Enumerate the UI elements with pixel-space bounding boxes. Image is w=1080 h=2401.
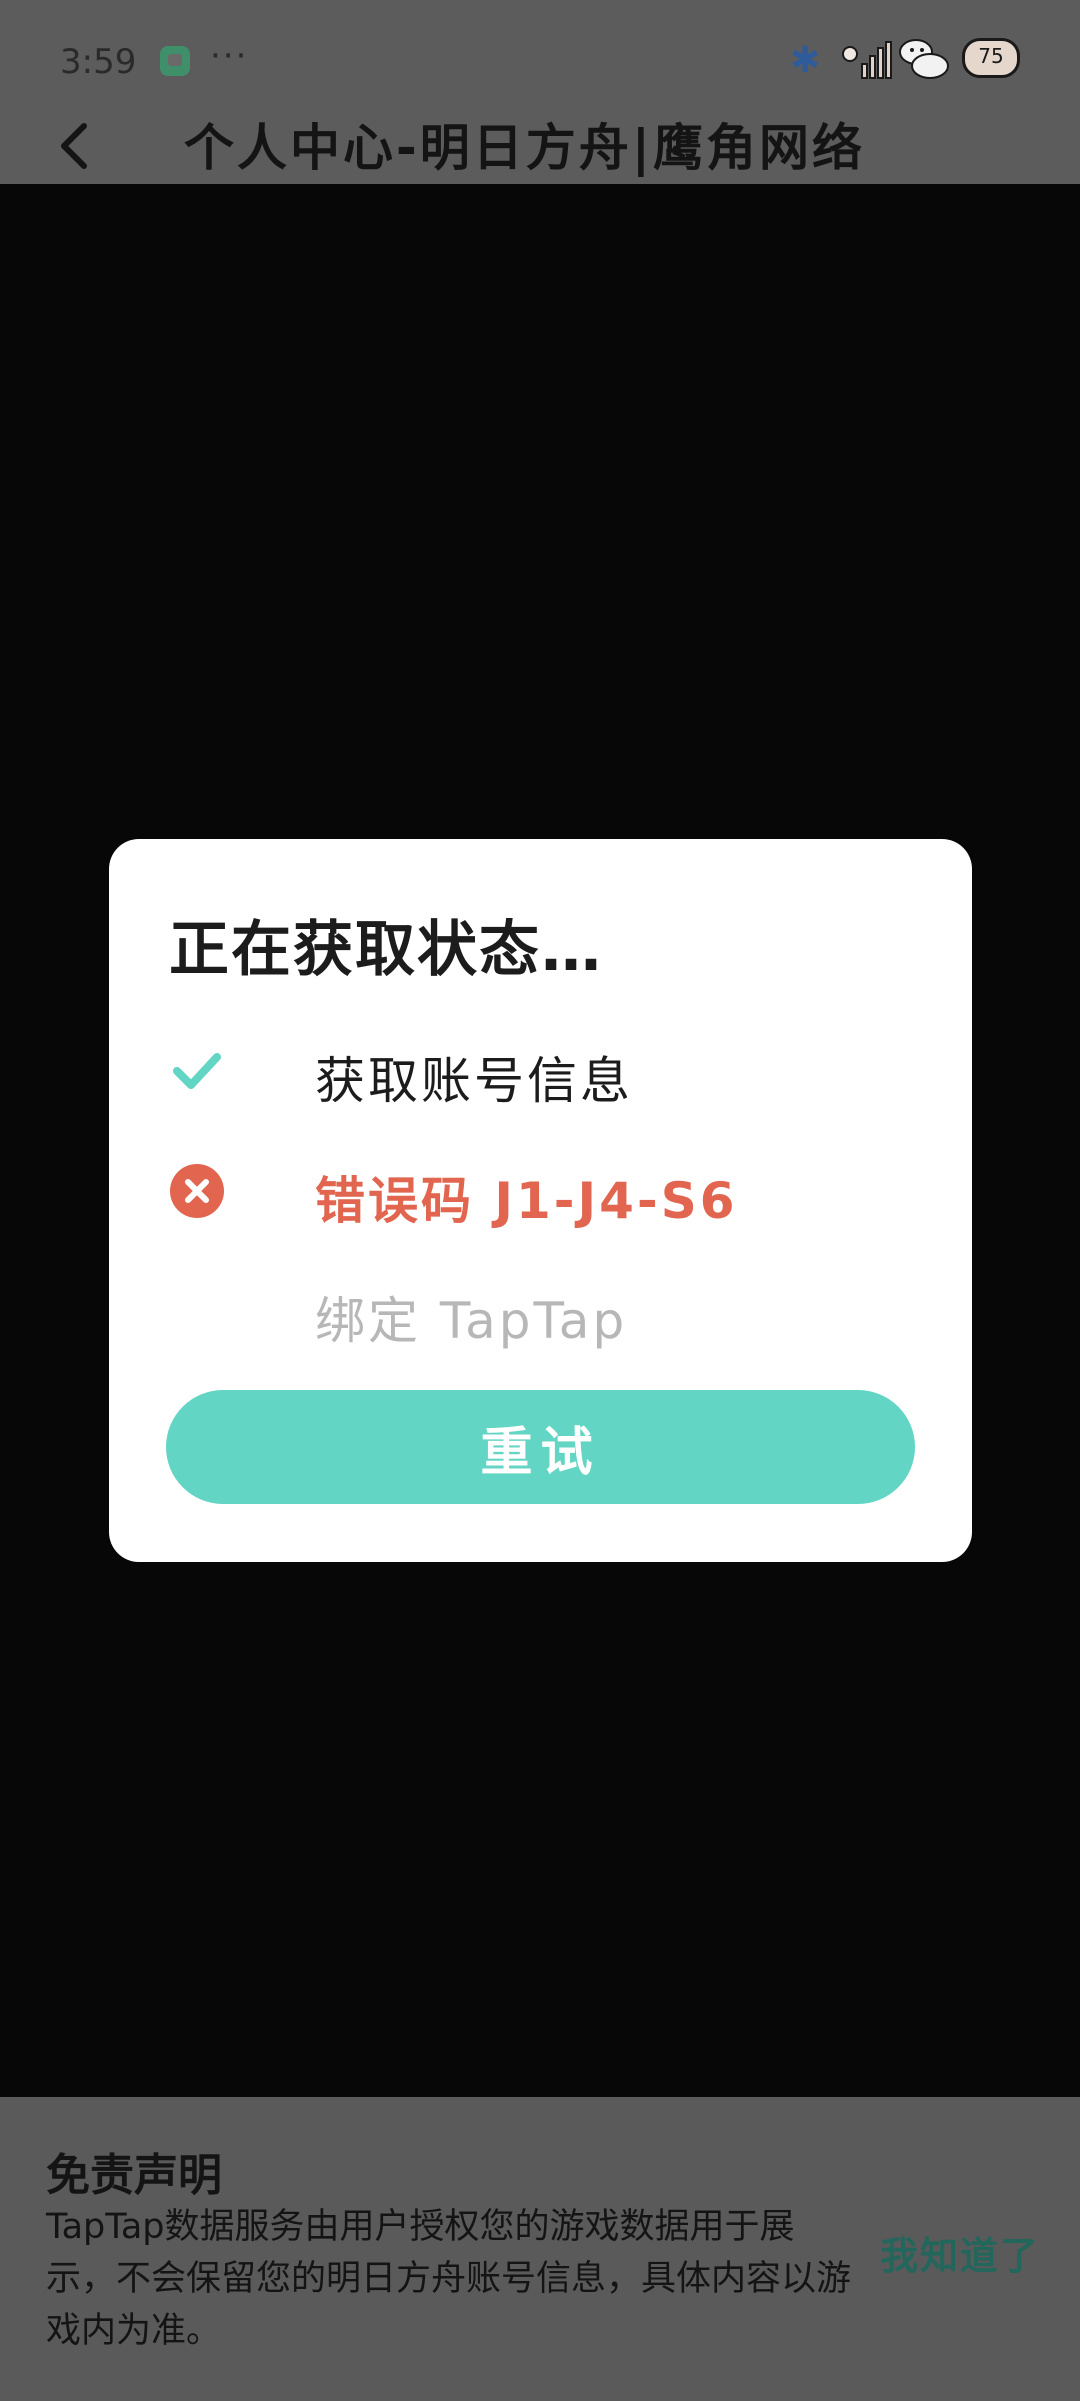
step-get-account-info: 获取账号信息: [169, 1037, 929, 1110]
disclaimer-title: 免责声明: [46, 2150, 222, 2201]
step-label: 获取账号信息: [315, 1052, 633, 1110]
status-dialog: 正在获取状态… 获取账号信息 错误码 J1-J4-S6 绑定 TapTap 重试: [109, 839, 972, 1562]
status-more-icon: ···: [210, 36, 249, 76]
battery-icon: 75: [962, 38, 1024, 82]
bluetooth-icon: ✱: [790, 40, 821, 81]
disclaimer-text: TapTap数据服务由用户授权您的游戏数据用于展示，不会保留您的明日方舟账号信息…: [46, 2207, 852, 2351]
page-title: 个人中心-明日方舟|鹰角网络: [184, 119, 866, 177]
error-code-label: 错误码 J1-J4-S6: [315, 1172, 738, 1230]
check-icon: [173, 1053, 221, 1089]
back-arrow-icon[interactable]: [50, 116, 98, 176]
acknowledge-button[interactable]: 我知道了: [880, 2225, 1040, 2280]
step-error: 错误码 J1-J4-S6: [169, 1157, 929, 1230]
disclaimer-banner: 免责声明 TapTap数据服务由用户授权您的游戏数据用于展示，不会保留您的明日方…: [0, 2097, 1080, 2401]
step-bind-taptap: 绑定 TapTap: [169, 1277, 929, 1350]
top-bar: 3:59 ··· ✱ 75 个人中心-明日方舟|鹰角网络: [0, 0, 1080, 184]
retry-button[interactable]: 重试: [166, 1390, 915, 1504]
signal-icon: [842, 41, 892, 79]
app-notification-icon: [160, 46, 190, 76]
wifi-icon: [899, 39, 949, 79]
status-time: 3:59: [60, 42, 137, 82]
step-label: 绑定 TapTap: [315, 1292, 628, 1350]
dialog-title: 正在获取状态…: [169, 915, 603, 985]
battery-level: 75: [978, 44, 1004, 68]
error-circle-icon: [170, 1164, 224, 1218]
